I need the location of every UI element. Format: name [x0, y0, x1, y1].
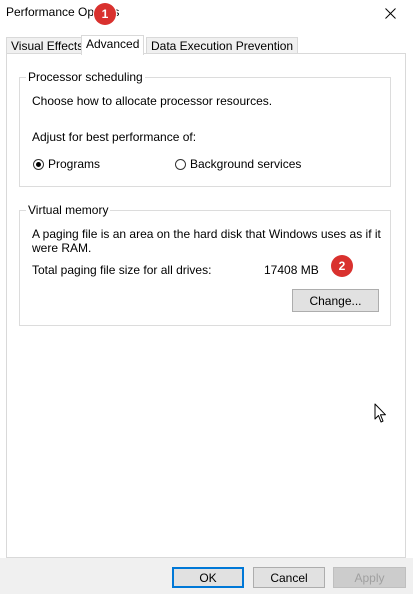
radio-background-services-label: Background services [190, 157, 302, 171]
radio-programs-indicator [33, 158, 44, 170]
radio-programs-label: Programs [48, 157, 101, 171]
adjust-performance-label: Adjust for best performance of: [32, 130, 197, 144]
title-bar: Performance Options [0, 0, 413, 30]
annotation-badge-1: 1 [94, 3, 116, 25]
virtual-memory-legend: Virtual memory [26, 203, 111, 217]
tab-data-execution-prevention[interactable]: Data Execution Prevention [146, 37, 299, 54]
total-paging-value: 17408 MB [264, 263, 319, 277]
radio-programs[interactable]: Programs [33, 157, 100, 171]
processor-scheduling-description: Choose how to allocate processor resourc… [32, 94, 273, 108]
annotation-badge-2: 2 [331, 255, 353, 277]
close-button[interactable] [375, 1, 405, 25]
cancel-button[interactable]: Cancel [253, 567, 325, 588]
total-paging-label: Total paging file size for all drives: [32, 263, 212, 277]
close-icon [384, 7, 396, 19]
radio-background-services-indicator [175, 158, 186, 170]
change-button[interactable]: Change... [292, 289, 379, 312]
mouse-cursor-icon [374, 403, 387, 427]
radio-background-services[interactable]: Background services [175, 157, 301, 171]
tab-advanced[interactable]: Advanced [81, 35, 145, 55]
apply-button[interactable]: Apply [333, 567, 406, 588]
processor-scheduling-legend: Processor scheduling [26, 70, 145, 84]
ok-button[interactable]: OK [172, 567, 244, 588]
tab-visual-effects[interactable]: Visual Effects [6, 37, 89, 54]
paging-file-description: A paging file is an area on the hard dis… [32, 227, 381, 255]
